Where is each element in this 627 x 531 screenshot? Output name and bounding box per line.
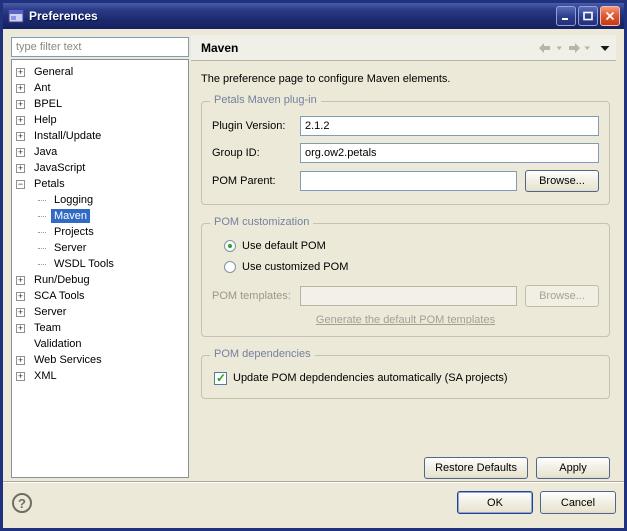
tree-item-validation[interactable]: Validation bbox=[12, 336, 188, 352]
view-menu-button[interactable] bbox=[600, 42, 610, 54]
back-arrow-icon bbox=[538, 42, 553, 54]
expand-icon[interactable] bbox=[16, 356, 25, 365]
update-pom-dependencies-label: Update POM depdendencies automatically (… bbox=[233, 372, 508, 384]
expand-icon[interactable] bbox=[16, 68, 25, 77]
tree-connector bbox=[38, 216, 46, 217]
tree-item-sca-tools[interactable]: SCA Tools bbox=[12, 288, 188, 304]
tree-item-team[interactable]: Team bbox=[12, 320, 188, 336]
tree-item-xml[interactable]: XML bbox=[12, 368, 188, 384]
group-title: Petals Maven plug-in bbox=[210, 94, 321, 106]
group-title: POM dependencies bbox=[210, 348, 315, 360]
close-button[interactable] bbox=[600, 6, 620, 26]
collapse-icon[interactable] bbox=[16, 180, 25, 189]
title-bar[interactable]: Preferences bbox=[3, 3, 624, 29]
tree-item-wsdl-tools[interactable]: WSDL Tools bbox=[12, 256, 188, 272]
generate-pom-templates-link: Generate the default POM templates bbox=[316, 314, 495, 326]
group-id-label: Group ID: bbox=[212, 147, 300, 159]
tree-item-server[interactable]: Server bbox=[12, 304, 188, 320]
page-title: Maven bbox=[201, 41, 538, 55]
pom-parent-label: POM Parent: bbox=[212, 175, 300, 187]
preference-page: Maven bbox=[191, 35, 616, 481]
preferences-dialog: Preferences General Ant BPEL bbox=[0, 0, 627, 531]
page-header: Maven bbox=[191, 35, 616, 61]
dialog-footer: ? OK Cancel bbox=[3, 481, 624, 528]
minimize-icon bbox=[561, 11, 571, 21]
tree-connector bbox=[38, 248, 46, 249]
forward-menu-icon[interactable] bbox=[584, 42, 591, 54]
dialog-content: General Ant BPEL Help Install/Update Jav… bbox=[3, 29, 624, 528]
tree-item-java[interactable]: Java bbox=[12, 144, 188, 160]
tree-item-maven[interactable]: Maven bbox=[12, 208, 188, 224]
expand-icon[interactable] bbox=[16, 308, 25, 317]
forward-arrow-icon bbox=[566, 42, 581, 54]
tree-connector bbox=[38, 232, 46, 233]
pom-templates-label: POM templates: bbox=[212, 290, 300, 302]
group-id-field[interactable] bbox=[300, 143, 599, 163]
pom-templates-browse-button: Browse... bbox=[525, 285, 599, 307]
tree-item-logging[interactable]: Logging bbox=[12, 192, 188, 208]
expand-icon[interactable] bbox=[16, 164, 25, 173]
apply-button[interactable]: Apply bbox=[536, 457, 610, 479]
view-menu-icon bbox=[600, 42, 610, 54]
plugin-version-field[interactable] bbox=[300, 116, 599, 136]
tree-item-run-debug[interactable]: Run/Debug bbox=[12, 272, 188, 288]
ok-button[interactable]: OK bbox=[457, 491, 533, 514]
cancel-button[interactable]: Cancel bbox=[540, 491, 616, 514]
expand-icon[interactable] bbox=[16, 148, 25, 157]
help-button[interactable]: ? bbox=[12, 493, 32, 513]
tree-item-ant[interactable]: Ant bbox=[12, 80, 188, 96]
radio-use-customized-pom-label: Use customized POM bbox=[242, 261, 348, 273]
tree-item-general[interactable]: General bbox=[12, 64, 188, 80]
tree-item-install-update[interactable]: Install/Update bbox=[12, 128, 188, 144]
tree-item-petals-server[interactable]: Server bbox=[12, 240, 188, 256]
preferences-icon bbox=[8, 8, 24, 24]
window-title: Preferences bbox=[29, 9, 554, 23]
selected-tree-item: Maven bbox=[51, 209, 90, 223]
expand-icon[interactable] bbox=[16, 324, 25, 333]
radio-use-customized-pom[interactable] bbox=[224, 261, 236, 273]
back-menu-icon[interactable] bbox=[556, 42, 563, 54]
expand-icon[interactable] bbox=[16, 100, 25, 109]
expand-icon[interactable] bbox=[16, 116, 25, 125]
plugin-version-label: Plugin Version: bbox=[212, 120, 300, 132]
forward-button[interactable] bbox=[566, 42, 581, 54]
pom-parent-field[interactable] bbox=[300, 171, 517, 191]
tree-item-web-services[interactable]: Web Services bbox=[12, 352, 188, 368]
page-description: The preference page to configure Maven e… bbox=[201, 73, 616, 85]
radio-use-default-pom-label: Use default POM bbox=[242, 240, 326, 252]
expand-icon[interactable] bbox=[16, 84, 25, 93]
radio-use-default-pom[interactable] bbox=[224, 240, 236, 252]
minimize-button[interactable] bbox=[556, 6, 576, 26]
expand-icon[interactable] bbox=[16, 132, 25, 141]
update-pom-dependencies-checkbox[interactable] bbox=[214, 372, 227, 385]
tree-connector bbox=[38, 264, 46, 265]
group-title: POM customization bbox=[210, 216, 313, 228]
tree-item-bpel[interactable]: BPEL bbox=[12, 96, 188, 112]
expand-icon[interactable] bbox=[16, 372, 25, 381]
expand-icon[interactable] bbox=[16, 276, 25, 285]
pom-parent-browse-button[interactable]: Browse... bbox=[525, 170, 599, 192]
maximize-button[interactable] bbox=[578, 6, 598, 26]
expand-icon[interactable] bbox=[16, 292, 25, 301]
group-pom-dependencies: POM dependencies Update POM depdendencie… bbox=[201, 355, 610, 399]
tree-connector bbox=[38, 200, 46, 201]
close-icon bbox=[605, 11, 615, 21]
tree-item-help[interactable]: Help bbox=[12, 112, 188, 128]
pom-templates-field bbox=[300, 286, 517, 306]
preferences-tree: General Ant BPEL Help Install/Update Jav… bbox=[11, 59, 189, 478]
tree-item-projects[interactable]: Projects bbox=[12, 224, 188, 240]
filter-input[interactable] bbox=[11, 37, 189, 57]
group-pom-customization: POM customization Use default POM Use cu… bbox=[201, 223, 610, 337]
restore-defaults-button[interactable]: Restore Defaults bbox=[424, 457, 528, 479]
tree-item-javascript[interactable]: JavaScript bbox=[12, 160, 188, 176]
group-petals-maven-plugin: Petals Maven plug-in Plugin Version: Gro… bbox=[201, 101, 610, 205]
tree-item-petals[interactable]: Petals bbox=[12, 176, 188, 192]
maximize-icon bbox=[583, 11, 593, 21]
back-button[interactable] bbox=[538, 42, 553, 54]
